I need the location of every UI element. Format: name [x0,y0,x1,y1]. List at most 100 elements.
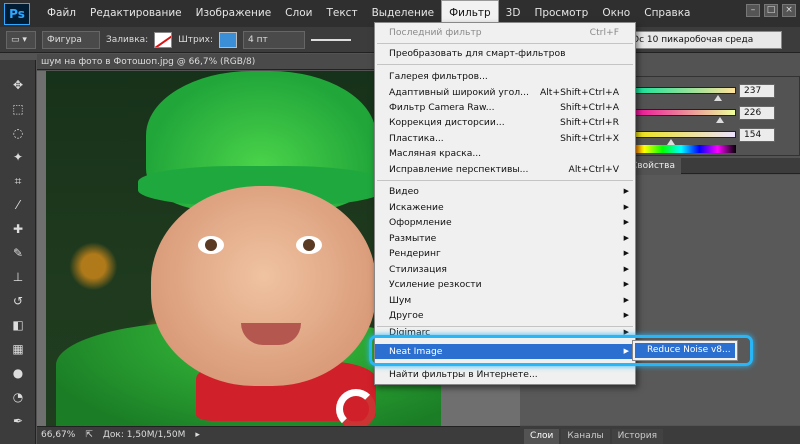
menu-item-label: Стилизация [389,264,447,275]
tab-layers[interactable]: Слои [524,429,560,444]
magic-wand-icon[interactable]: ✦ [8,148,28,166]
stamp-tool-icon[interactable]: ⊥ [8,268,28,286]
gradient-tool-icon[interactable]: ▦ [8,340,28,358]
menu-layers[interactable]: Слои [278,0,319,27]
submenu-arrow-icon: ▶ [623,296,629,304]
menu-item-blur[interactable]: Размытие ▶ [375,231,635,246]
menu-item-label: Оформление [389,217,452,228]
crop-tool-icon[interactable]: ⌗ [8,172,28,190]
red-value[interactable]: 237 [739,84,775,98]
menu-item-sharpen[interactable]: Усиление резкости ▶ [375,277,635,292]
document-tab[interactable]: шум на фото в Фотошоп.jpg @ 66,7% (RGB/8… [37,54,377,70]
green-value[interactable]: 226 [739,106,775,120]
eyedropper-icon[interactable]: ⁄ [8,196,28,214]
menu-item-digimarc[interactable]: Digimarc ▶ [375,328,635,337]
fill-label: Заливка: [106,34,149,45]
red-slider-knob[interactable] [714,95,722,101]
shortcut-text: Shift+Ctrl+R [559,117,619,128]
menu-item-camera-raw[interactable]: Фильтр Camera Raw... Shift+Ctrl+A [375,100,635,115]
submenu-arrow-icon: ▶ [623,203,629,211]
submenu-arrow-icon: ▶ [623,265,629,273]
baby-face [151,186,376,386]
shortcut-text: Ctrl+F [589,27,619,38]
menu-item-label: Пластика... [389,133,444,144]
marquee-tool-icon[interactable]: ⬚ [8,100,28,118]
submenu-arrow-icon: ▶ [623,218,629,226]
shortcut-text: Alt+Ctrl+V [568,164,619,175]
close-icon[interactable]: × [782,4,796,17]
export-icon[interactable]: ⇱ [85,427,93,444]
submenu-arrow-icon: ▶ [623,249,629,257]
green-slider[interactable] [626,109,736,116]
blur-tool-icon[interactable]: ● [8,364,28,382]
menu-edit[interactable]: Редактирование [83,0,189,27]
left-eye [198,236,224,254]
color-spectrum-bar[interactable] [626,145,736,153]
filter-menu: Последний фильтр Ctrl+F Преобразовать для… [374,22,636,385]
menu-separator [377,363,633,364]
menu-item-smart-filters[interactable]: Преобразовать для смарт-фильтров [375,46,635,61]
menu-item-video[interactable]: Видео ▶ [375,184,635,199]
menu-help[interactable]: Справка [637,0,697,27]
submenu-arrow-icon: ▶ [623,311,629,319]
menu-item-reduce-noise[interactable]: Reduce Noise v8... [635,343,735,358]
menu-item-last-filter[interactable]: Последний фильтр Ctrl+F [375,25,635,40]
menu-image[interactable]: Изображение [189,0,279,27]
menu-item-noise[interactable]: Шум ▶ [375,293,635,308]
status-arrow-icon[interactable]: ▸ [195,427,200,444]
eraser-tool-icon[interactable]: ◧ [8,316,28,334]
menu-item-liquify[interactable]: Пластика... Shift+Ctrl+X [375,131,635,146]
tools-panel: ✥ ⬚ ◌ ✦ ⌗ ⁄ ✚ ✎ ⊥ ↺ ◧ ▦ ● ◔ ✒ [0,60,36,444]
fill-swatch[interactable] [154,31,173,48]
candy-cane [336,389,376,426]
menu-item-browse-online[interactable]: Найти фильтры в Интернете... [375,367,635,382]
stroke-label: Штрих: [178,34,213,45]
history-brush-icon[interactable]: ↺ [8,292,28,310]
zoom-level[interactable]: 66,67% [41,427,75,444]
stroke-width-input[interactable]: 4 пт [242,30,305,49]
minimize-icon[interactable]: – [746,4,760,17]
menu-text[interactable]: Текст [319,0,364,27]
menu-item-lens-correction[interactable]: Коррекция дисторсии... Shift+Ctrl+R [375,115,635,130]
menu-item-label: Neat Image [389,346,443,357]
blue-slider[interactable] [626,131,736,138]
dodge-tool-icon[interactable]: ◔ [8,388,28,406]
menu-separator [377,64,633,65]
menu-separator [377,43,633,44]
shape-mode-select[interactable]: Фигура [42,30,100,49]
menu-item-vanishing-point[interactable]: Исправление перспективы... Alt+Ctrl+V [375,162,635,177]
pen-tool-icon[interactable]: ✒ [8,412,28,430]
menu-item-label: Фильтр Camera Raw... [389,102,495,113]
stroke-swatch[interactable] [218,31,237,48]
maximize-icon[interactable]: □ [764,4,778,17]
menu-item-stylize[interactable]: Стилизация ▶ [375,262,635,277]
tab-history[interactable]: История [611,429,663,444]
menu-item-label: Рендеринг [389,248,441,259]
document-size: Док: 1,50M/1,50M [102,430,186,440]
menu-item-pixelate[interactable]: Оформление ▶ [375,215,635,230]
workspace-select[interactable]: Ос 10 пикаробочая среда [627,31,782,49]
menu-item-adaptive-wide-angle[interactable]: Адаптивный широкий угол... Alt+Shift+Ctrl… [375,85,635,100]
menu-item-oil-paint[interactable]: Масляная краска... [375,146,635,161]
brush-tool-icon[interactable]: ✎ [8,244,28,262]
photoshop-logo: Ps [4,2,30,25]
menu-item-filter-gallery[interactable]: Галерея фильтров... [375,69,635,84]
menu-item-label: Искажение [389,202,444,213]
lasso-tool-icon[interactable]: ◌ [8,124,28,142]
menu-item-label: Шум [389,295,412,306]
tab-channels[interactable]: Каналы [561,429,610,444]
menu-item-render[interactable]: Рендеринг ▶ [375,246,635,261]
menu-file[interactable]: Файл [40,0,83,27]
menu-item-label: Адаптивный широкий угол... [389,87,529,98]
blue-value[interactable]: 154 [739,128,775,142]
menu-item-neat-image[interactable]: Neat Image ▶ [375,344,635,359]
stroke-type-picker[interactable] [310,38,351,41]
menu-item-distort[interactable]: Искажение ▶ [375,200,635,215]
layers-tab-strip: Слои Каналы История [520,426,800,444]
healing-brush-icon[interactable]: ✚ [8,220,28,238]
move-tool-icon[interactable]: ✥ [8,76,28,94]
menu-item-other[interactable]: Другое ▶ [375,308,635,323]
green-slider-knob[interactable] [716,117,724,123]
tool-preset-picker[interactable]: ▭ ▾ [6,30,36,49]
red-slider[interactable] [626,87,736,94]
